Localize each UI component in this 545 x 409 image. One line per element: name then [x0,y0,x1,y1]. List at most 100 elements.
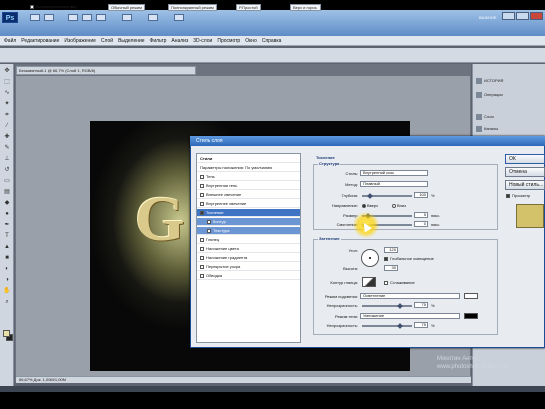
preview-checkbox[interactable]: Просмотр [506,193,530,198]
screen-mode-icon[interactable] [174,14,184,21]
type-tool-icon[interactable]: T [3,233,11,240]
options-button-4[interactable]: Верх и гориз. [290,4,321,11]
lasso-tool-icon[interactable]: ∿ [3,90,11,97]
list-item-contour[interactable]: Контур [197,218,300,226]
checkbox-icon[interactable] [200,273,204,278]
list-item-inner-shadow[interactable]: Внутренняя тень [197,182,300,190]
checkbox-icon[interactable] [207,228,211,233]
soften-input[interactable]: 0 [414,221,428,227]
eraser-tool-icon[interactable]: ▭ [3,178,11,185]
pen-tool-icon[interactable]: ✒ [3,222,11,229]
menu-layer[interactable]: Слой [101,38,113,44]
shape-tool-icon[interactable]: ■ [3,255,11,262]
options-checkbox[interactable]: Вспомогательные вкл. [30,4,78,9]
gloss-contour-picker[interactable] [362,277,376,287]
gradient-tool-icon[interactable]: ▤ [3,189,11,196]
style-select[interactable]: Внутренний скос [360,170,428,176]
view-extras-icon[interactable] [122,14,132,21]
list-item-bevel-emboss[interactable]: Тиснение [197,209,300,217]
rotate-icon[interactable] [96,14,106,21]
radio-icon[interactable] [362,203,366,208]
minimize-button[interactable] [502,12,515,20]
checkbox-icon[interactable] [384,280,388,285]
method-select[interactable]: Плавный [360,181,428,187]
list-item-outer-glow[interactable]: Внешнее свечение [197,191,300,199]
size-input[interactable]: 5 [414,212,428,218]
list-item-texture[interactable]: Текстура [197,227,300,235]
highlight-mode-select[interactable]: Осветление [360,293,460,299]
checkbox-icon[interactable] [30,4,34,9]
highlight-opacity-input[interactable]: 75 [414,302,428,308]
marquee-tool-icon[interactable]: ⬚ [3,79,11,86]
direction-up-radio[interactable]: Вверх [362,203,378,208]
magic-wand-tool-icon[interactable]: ✦ [3,101,11,108]
global-light-checkbox[interactable]: Глобальное освещение [384,256,434,261]
altitude-input[interactable]: 30 [384,265,398,271]
checkbox-icon[interactable] [200,201,204,206]
shadow-opacity-input[interactable]: 75 [414,322,428,328]
radio-icon[interactable] [392,203,396,208]
menu-edit[interactable]: Редактирование [21,38,59,44]
3d-orbit-tool-icon[interactable]: ◑ [3,277,11,284]
depth-input[interactable]: 100 [414,192,428,198]
foreground-color-swatch[interactable] [3,330,10,337]
highlight-opacity-slider[interactable] [362,305,412,307]
brush-tool-icon[interactable]: ✎ [3,145,11,152]
ok-button[interactable]: ОК [505,154,545,164]
zoom-tool-icon[interactable]: ⌕ [3,299,11,306]
options-button-3[interactable]: Р.Простой [236,4,261,11]
list-item-stroke[interactable]: Обводка [197,272,300,280]
direction-down-radio[interactable]: Вниз [392,203,406,208]
history-brush-tool-icon[interactable]: ↺ [3,167,11,174]
checkbox-icon[interactable] [200,210,204,215]
menu-window[interactable]: Окно [245,38,257,44]
list-item-blending[interactable]: Параметры наложения: По умолчанию [197,164,300,172]
checkbox-icon[interactable] [200,255,204,260]
options-button-1[interactable]: Обычный режим [108,4,145,11]
healing-tool-icon[interactable]: ✚ [3,134,11,141]
path-selection-tool-icon[interactable]: ▲ [3,244,11,251]
checkbox-icon[interactable] [200,246,204,251]
checkbox-icon[interactable] [207,219,211,224]
list-item-pattern-overlay[interactable]: Перекрытие узора [197,263,300,271]
menu-help[interactable]: Справка [262,38,282,44]
shadow-mode-select[interactable]: Умножение [360,313,460,319]
workspace-switcher[interactable]: ВАЖНОЕ [479,15,497,20]
hand-icon[interactable] [68,14,78,21]
list-item-satin[interactable]: Глянец [197,236,300,244]
stamp-tool-icon[interactable]: ⊥ [3,156,11,163]
bridge-icon[interactable] [30,14,40,21]
panel-channels[interactable]: Каналы [476,124,498,133]
menu-view[interactable]: Просмотр [217,38,240,44]
list-item-drop-shadow[interactable]: Тень [197,173,300,181]
checkbox-icon[interactable] [200,264,204,269]
menu-filter[interactable]: Фильтр [150,38,167,44]
menu-select[interactable]: Выделение [118,38,145,44]
eyedropper-tool-icon[interactable]: ⁄ [3,123,11,130]
panel-actions[interactable]: Операции [476,90,503,99]
menu-image[interactable]: Изображение [64,38,96,44]
new-style-button[interactable]: Новый стиль... [505,180,545,190]
antialias-checkbox[interactable]: Сглаживание [384,280,415,285]
panel-history[interactable]: ИСТОРИЯ [476,76,503,85]
minibridge-icon[interactable] [44,14,54,21]
angle-input[interactable]: 120 [384,247,398,253]
hand-tool-icon[interactable]: ✋ [3,288,11,295]
dodge-tool-icon[interactable]: ● [3,211,11,218]
checkbox-icon[interactable] [200,192,204,197]
blur-tool-icon[interactable]: ◆ [3,200,11,207]
shadow-opacity-slider[interactable] [362,325,412,327]
list-item-gradient-overlay[interactable]: Наложение градиента [197,254,300,262]
checkbox-icon[interactable] [200,237,204,242]
highlight-color-swatch[interactable] [464,293,478,299]
options-button-2[interactable]: Полноэкранный режим [168,4,217,11]
shadow-color-swatch[interactable] [464,313,478,319]
styles-list-header[interactable]: Стили [197,155,300,163]
zoom-icon[interactable] [82,14,92,21]
document-tab[interactable]: Безымянный-1 @ 66,7% (Слой 1, RGB/8) [16,66,196,75]
list-item-inner-glow[interactable]: Внутреннее свечение [197,200,300,208]
move-tool-icon[interactable]: ✥ [3,68,11,75]
3d-rotate-tool-icon[interactable]: ◐ [3,266,11,273]
close-button[interactable] [530,12,543,20]
menu-file[interactable]: Файл [4,38,16,44]
